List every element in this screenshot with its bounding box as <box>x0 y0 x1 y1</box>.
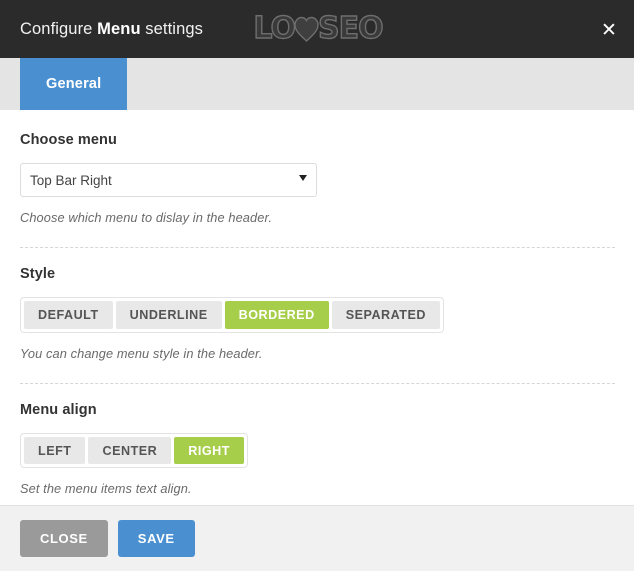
style-option-default[interactable]: DEFAULT <box>24 301 113 329</box>
section-divider <box>20 382 615 384</box>
menu-align-option-right[interactable]: RIGHT <box>174 436 244 465</box>
choose-menu-select-wrap: Top Bar Right <box>20 163 317 197</box>
menu-align-button-group: LEFT CENTER RIGHT <box>20 432 248 469</box>
modal-header: Configure Menu settings LO SEO ✕ <box>0 0 634 58</box>
style-option-separated[interactable]: SEPARATED <box>331 301 440 329</box>
style-option-bordered[interactable]: BORDERED <box>224 301 329 329</box>
choose-menu-help: Choose which menu to dislay in the heade… <box>20 210 272 225</box>
page-title-prefix: Configure <box>20 19 98 38</box>
menu-align-help: Set the menu items text align. <box>20 481 192 497</box>
close-icon[interactable]: ✕ <box>598 19 620 41</box>
logo-text-left: LO <box>253 11 297 46</box>
page-title: Configure Menu settings <box>20 20 203 39</box>
logo-text: LO SEO <box>253 11 385 46</box>
tab-general[interactable]: General <box>20 58 128 110</box>
field-style: Style DEFAULT UNDERLINE BORDERED SEPARAT… <box>20 266 614 365</box>
close-button[interactable]: CLOSE <box>20 520 108 557</box>
menu-align-option-center[interactable]: CENTER <box>88 436 172 465</box>
field-menu-align: Menu align LEFT CENTER RIGHT Set the men… <box>20 402 614 501</box>
page-title-suffix: settings <box>140 19 203 38</box>
section-divider <box>20 247 615 248</box>
loyseo-logo: LO SEO <box>248 11 388 47</box>
menu-align-label: Menu align <box>20 401 97 418</box>
tab-bar: General <box>0 58 634 110</box>
style-help: You can change menu style in the header. <box>20 345 263 361</box>
menu-align-option-left[interactable]: LEFT <box>24 436 86 465</box>
style-button-group: DEFAULT UNDERLINE BORDERED SEPARATED <box>20 297 444 333</box>
modal-footer: CLOSE SAVE <box>0 505 634 571</box>
configure-menu-modal: Configure Menu settings LO SEO ✕ General… <box>0 0 634 571</box>
choose-menu-select[interactable]: Top Bar Right <box>20 163 317 197</box>
logo-text-right: SEO <box>317 11 384 46</box>
page-title-strong: Menu <box>97 19 141 38</box>
save-button[interactable]: SAVE <box>117 520 195 557</box>
field-choose-menu: Choose menu Top Bar Right Choose which m… <box>20 132 614 229</box>
heart-icon <box>294 16 319 42</box>
modal-body: Choose menu Top Bar Right Choose which m… <box>0 110 634 505</box>
choose-menu-label: Choose menu <box>20 132 117 148</box>
style-option-underline[interactable]: UNDERLINE <box>115 301 222 329</box>
style-label: Style <box>20 266 56 282</box>
